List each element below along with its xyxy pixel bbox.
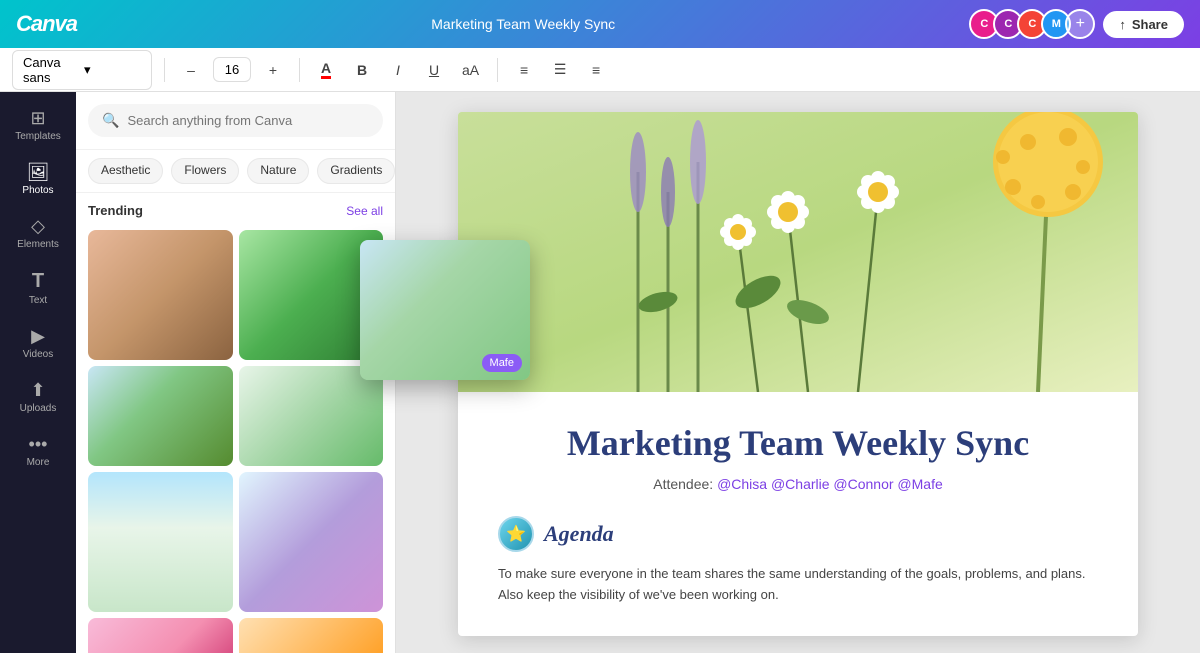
slide-title: Marketing Team Weekly Sync (498, 422, 1098, 464)
search-bar: 🔍 (76, 92, 395, 150)
tags-row: Aesthetic Flowers Nature Gradients › (76, 150, 395, 193)
align-left-icon: ≡ (520, 62, 528, 78)
templates-icon: ⊞ (30, 108, 45, 129)
tag-gradients[interactable]: Gradients (317, 158, 395, 184)
trending-title: Trending (88, 203, 143, 218)
more-icon: ••• (29, 434, 48, 455)
flower-illustration (458, 112, 1138, 392)
videos-label: Videos (23, 349, 53, 360)
photo-grid (76, 224, 395, 653)
more-label: More (27, 457, 50, 468)
canvas-area[interactable]: Marketing Team Weekly Sync Attendee: @Ch… (396, 92, 1200, 653)
avatar-group: C C C M + (969, 9, 1095, 39)
photo-item-food[interactable] (88, 230, 233, 360)
videos-icon: ▶ (31, 326, 45, 347)
slide-agenda-section: ⭐ Agenda (498, 516, 1098, 552)
uploads-label: Uploads (20, 403, 57, 414)
templates-label: Templates (15, 131, 61, 142)
list-button[interactable]: ☰ (546, 57, 574, 82)
agenda-label: Agenda (544, 521, 614, 547)
share-label: Share (1132, 17, 1168, 32)
trending-header: Trending See all (76, 193, 395, 224)
photo-item-woman2[interactable] (239, 366, 384, 466)
tag-nature[interactable]: Nature (247, 158, 309, 184)
photo-item-extra[interactable] (239, 618, 384, 653)
text-icon: T (32, 270, 44, 293)
sidebar-item-elements[interactable]: ◇ Elements (4, 208, 72, 258)
font-size-decrease-button[interactable]: – (177, 58, 205, 82)
left-sidebar: ⊞ Templates 🖼 Photos ◇ Elements T Text ▶… (0, 92, 76, 653)
indent-icon: ≡ (592, 62, 600, 78)
add-collaborator-button[interactable]: + (1065, 9, 1095, 39)
photo-item-yoga[interactable] (239, 472, 384, 612)
text-label: Text (29, 295, 47, 306)
italic-button[interactable]: I (384, 58, 412, 82)
divider-2 (299, 58, 300, 82)
topbar: Canva Marketing Team Weekly Sync C C C M… (0, 0, 1200, 48)
font-size-value: 16 (222, 62, 242, 77)
font-size-control: 16 (213, 57, 251, 82)
attendee-label: Attendee: (653, 476, 713, 492)
topbar-right: C C C M + ↑ Share (969, 9, 1184, 39)
text-color-icon: A (321, 60, 331, 79)
slide-container: Marketing Team Weekly Sync Attendee: @Ch… (458, 112, 1138, 636)
search-input[interactable] (127, 113, 369, 128)
text-color-button[interactable]: A (312, 56, 340, 83)
sidebar-item-photos[interactable]: 🖼 Photos (4, 154, 72, 204)
divider-3 (497, 58, 498, 82)
photos-panel: 🔍 Aesthetic Flowers Nature Gradients › T… (76, 92, 396, 653)
slide-hero-image (458, 112, 1138, 392)
slide-attendee: Attendee: @Chisa @Charlie @Connor @Mafe (498, 476, 1098, 492)
elements-label: Elements (17, 239, 59, 250)
share-button[interactable]: ↑ Share (1103, 11, 1184, 38)
uploads-icon: ⬆ (30, 380, 45, 401)
slide-body-text: To make sure everyone in the team shares… (498, 564, 1098, 606)
elements-icon: ◇ (31, 216, 45, 237)
see-all-button[interactable]: See all (346, 204, 383, 218)
sidebar-item-text[interactable]: T Text (4, 262, 72, 314)
share-icon: ↑ (1119, 17, 1126, 32)
canva-logo: Canva (16, 11, 77, 37)
underline-button[interactable]: U (420, 58, 448, 82)
main-layout: ⊞ Templates 🖼 Photos ◇ Elements T Text ▶… (0, 92, 1200, 653)
case-button[interactable]: aA (456, 58, 485, 82)
sidebar-item-uploads[interactable]: ⬆ Uploads (4, 372, 72, 422)
slide-content: Marketing Team Weekly Sync Attendee: @Ch… (458, 392, 1138, 636)
agenda-icon: ⭐ (498, 516, 534, 552)
font-family-value: Canva sans (23, 55, 80, 85)
font-size-increase-button[interactable]: + (259, 58, 287, 82)
photo-item-flowers-bottom[interactable] (88, 618, 233, 653)
search-icon: 🔍 (102, 112, 119, 129)
font-family-selector[interactable]: Canva sans ▾ (12, 50, 152, 90)
toolbar: Canva sans ▾ – 16 + A B I U aA ≡ ☰ ≡ (0, 48, 1200, 92)
sidebar-item-more[interactable]: ••• More (4, 426, 72, 476)
sidebar-item-templates[interactable]: ⊞ Templates (4, 100, 72, 150)
photos-label: Photos (22, 185, 53, 196)
list-icon: ☰ (554, 61, 567, 78)
tag-flowers[interactable]: Flowers (171, 158, 239, 184)
bold-button[interactable]: B (348, 58, 376, 82)
photo-item-grass[interactable] (88, 472, 233, 612)
align-left-button[interactable]: ≡ (510, 58, 538, 82)
tag-aesthetic[interactable]: Aesthetic (88, 158, 163, 184)
sidebar-item-videos[interactable]: ▶ Videos (4, 318, 72, 368)
photos-icon: 🖼 (27, 162, 50, 183)
chevron-down-icon: ▾ (84, 62, 141, 78)
photo-item-garden[interactable] (239, 230, 384, 360)
search-input-wrap: 🔍 (88, 104, 383, 137)
indent-button[interactable]: ≡ (582, 58, 610, 82)
photo-item-woman1[interactable] (88, 366, 233, 466)
divider-1 (164, 58, 165, 82)
attendee-mentions: @Chisa @Charlie @Connor @Mafe (717, 476, 943, 492)
document-title: Marketing Team Weekly Sync (431, 16, 615, 32)
